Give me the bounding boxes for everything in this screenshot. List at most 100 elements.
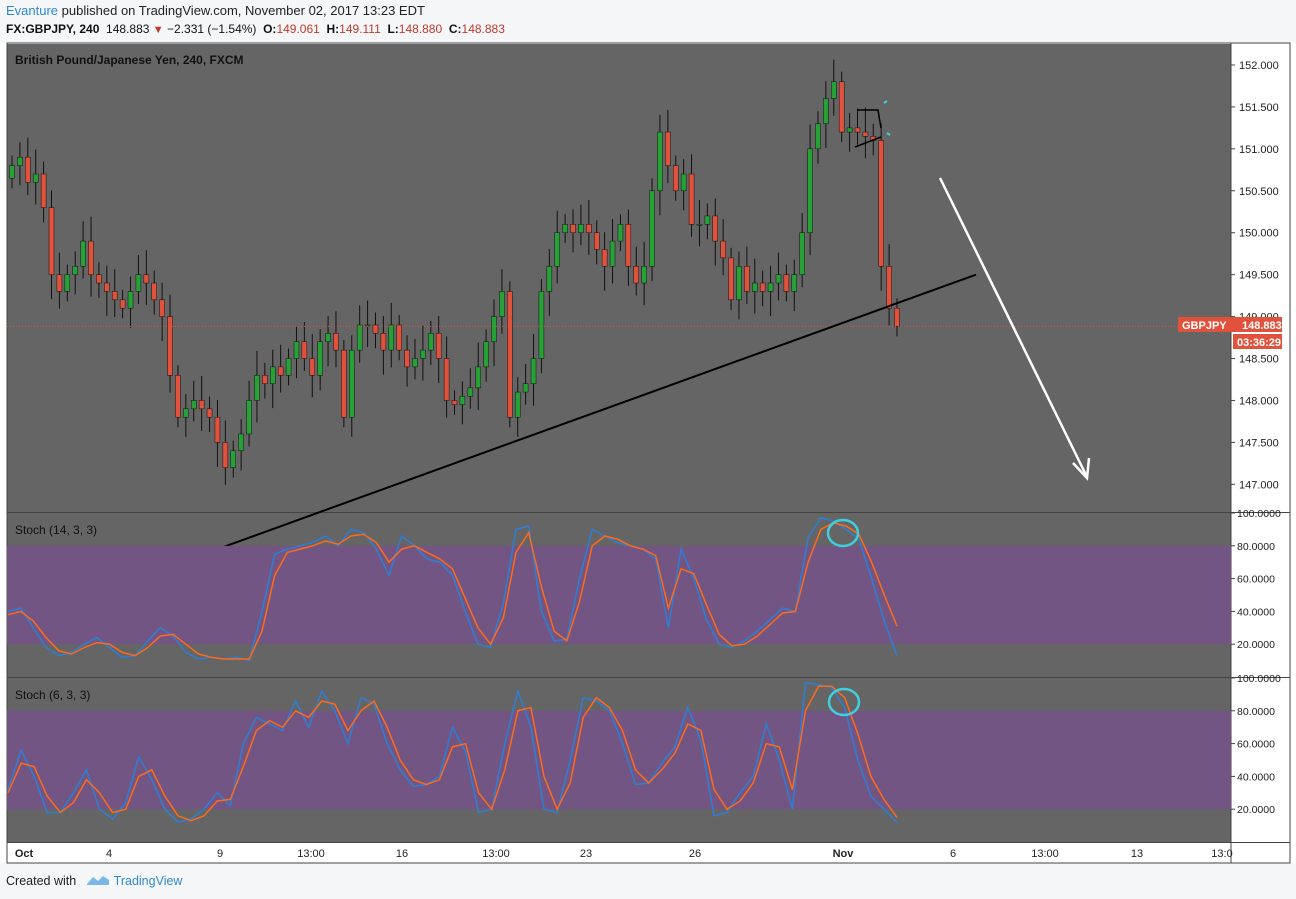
candle-body (25, 156, 31, 183)
price-axis-label: 148.500 (1239, 354, 1279, 366)
candle-body (878, 140, 884, 267)
candle-body (230, 450, 236, 468)
candle-body (104, 282, 110, 292)
candle-body (214, 416, 221, 443)
candle-body (135, 274, 142, 292)
time-axis-label: 4 (106, 848, 112, 860)
price-badge-symbol: GBPJPY (1182, 320, 1227, 332)
stoch-axis-label: 40.0000 (1237, 606, 1275, 618)
candle-body (578, 224, 584, 233)
candle-body (799, 232, 805, 275)
candle-body (673, 165, 679, 192)
candle-body (396, 324, 402, 351)
stoch-axis-label: 100.0000 (1237, 673, 1281, 685)
footer: Created with TradingView (6, 874, 182, 888)
price-axis-label: 151.000 (1239, 144, 1279, 156)
candle-body (88, 240, 94, 275)
price-axis-label: 147.500 (1239, 437, 1279, 449)
candle-body (562, 224, 568, 233)
candle-body (9, 165, 15, 179)
candle-body (831, 81, 837, 99)
candle-body (759, 282, 766, 292)
stoch-axis-label: 40.0000 (1237, 771, 1275, 783)
candle (838, 71, 845, 143)
time-axis-label: Oct (15, 848, 34, 860)
price-axis-label: 150.000 (1239, 228, 1279, 240)
candle-body (586, 224, 592, 233)
candle-body (175, 375, 181, 418)
price-axis-label: 149.500 (1239, 270, 1279, 282)
stoch-axis-label: 80.0000 (1237, 706, 1275, 718)
candle-body (712, 215, 719, 242)
candle-body (238, 433, 244, 452)
candle-body (222, 442, 229, 468)
candle-body (680, 173, 687, 192)
candle (341, 340, 347, 428)
price-pane-title: British Pound/Japanese Yen, 240, FXCM (15, 53, 244, 67)
candle-body (356, 324, 363, 351)
candle-body (886, 266, 892, 309)
candle (507, 281, 513, 428)
candle-body (736, 266, 742, 301)
candle-body (206, 408, 213, 418)
stoch-band (7, 545, 1231, 645)
countdown-value: 03:36:29 (1237, 337, 1281, 349)
candle-body (688, 173, 695, 225)
candle-body (593, 232, 600, 250)
candle-body (752, 282, 758, 292)
candle-body (546, 266, 553, 292)
candle-body (72, 266, 78, 275)
stoch-axis-label: 80.0000 (1237, 541, 1275, 553)
candle-body (467, 387, 474, 397)
tradingview-link[interactable]: TradingView (114, 874, 183, 888)
candle-body (601, 249, 608, 267)
candle-body (459, 396, 466, 405)
candle-body (420, 349, 426, 359)
candle-body (451, 400, 458, 405)
stoch1-title: Stoch (14, 3, 3) (15, 523, 97, 537)
candle-body (159, 299, 165, 317)
candle-body (728, 257, 734, 301)
candle-body (435, 333, 442, 359)
candle-body (807, 148, 813, 233)
candle-body (119, 299, 126, 309)
price-pane-background (7, 44, 1231, 512)
time-axis-label: 16 (396, 848, 408, 860)
candle-body (127, 291, 134, 309)
candle-body (183, 408, 189, 418)
candle (878, 123, 884, 291)
candle-body (507, 291, 513, 418)
candle-body (649, 190, 655, 267)
time-axis-label: 23 (580, 848, 592, 860)
time-axis-label: 13 (1131, 848, 1143, 860)
stoch-axis-label: 100.0000 (1237, 508, 1281, 520)
candle-body (277, 366, 284, 376)
candle-body (111, 291, 118, 301)
time-axis-label: 13:00 (297, 848, 325, 860)
candle-body (838, 81, 845, 133)
candle-body (570, 224, 576, 233)
price-axis-label: 147.000 (1239, 479, 1279, 491)
candle-body (246, 400, 252, 435)
candle-body (32, 173, 39, 183)
candle-body (151, 282, 157, 301)
candle-body (823, 98, 829, 124)
candle-body (428, 333, 434, 351)
candle-body (198, 400, 205, 410)
candle-body (530, 358, 537, 384)
candle-body (96, 274, 102, 284)
candle-body (388, 324, 395, 351)
stoch-axis-label: 20.0000 (1237, 639, 1275, 651)
candle-body (80, 240, 86, 267)
candle-body (341, 349, 347, 418)
time-axis-label: Nov (833, 848, 855, 860)
chart-canvas[interactable]: 152.000 151.500 151.000 150.500 150.000 149.5… (0, 0, 1296, 899)
candle-body (56, 274, 63, 292)
time-axis-label: 26 (689, 848, 701, 860)
price-badge-value: 148.883 (1242, 320, 1282, 332)
candle-body (404, 349, 410, 368)
candle-body (538, 291, 545, 359)
candle (649, 178, 655, 282)
candle-body (704, 215, 711, 225)
candle-body (190, 400, 197, 410)
